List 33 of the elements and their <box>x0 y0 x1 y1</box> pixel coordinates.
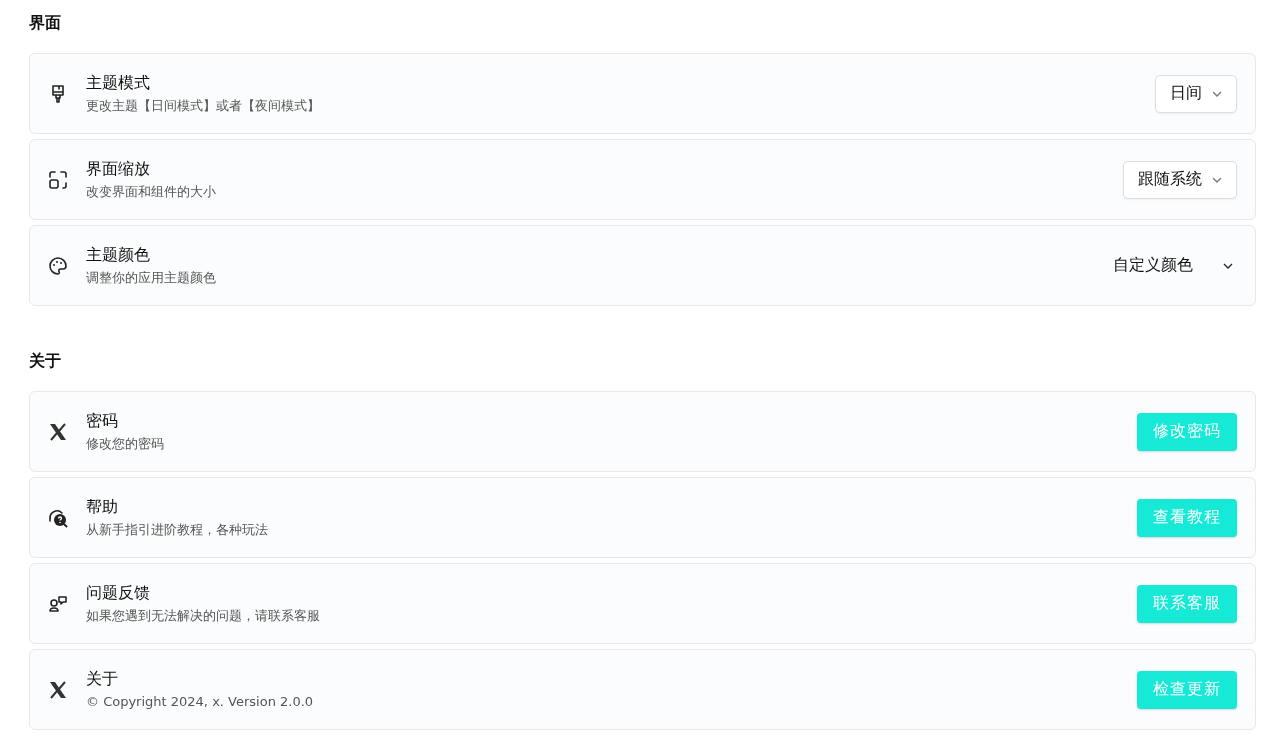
section-heading: 关于 <box>29 350 62 372</box>
setting-description: 改变界面和组件的大小 <box>86 183 217 201</box>
x-logo-icon <box>49 680 67 699</box>
resize-icon <box>48 169 68 190</box>
setting-title: 关于 <box>86 668 119 690</box>
setting-title: 主题颜色 <box>86 244 151 266</box>
setting-title: 问题反馈 <box>86 582 151 604</box>
setting-description: 如果您遇到无法解决的问题，请联系客服 <box>86 607 321 625</box>
setting-title: 界面缩放 <box>86 158 151 180</box>
section-heading: 界面 <box>29 12 62 34</box>
setting-description: © Copyright 2024, x. Version 2.0.0 <box>86 693 315 711</box>
chat-bubbles-icon <box>48 593 68 614</box>
chevron-down-icon <box>1212 90 1222 97</box>
dropdown[interactable]: 自定义颜色 <box>1109 246 1237 285</box>
help-chat-icon <box>47 507 69 528</box>
setting-description: 从新手指引进阶教程，各种玩法 <box>86 521 269 539</box>
action-button[interactable]: 检查更新 <box>1137 670 1237 709</box>
chevron-down-icon <box>1212 176 1222 183</box>
action-button[interactable]: 查看教程 <box>1137 498 1237 537</box>
setting-title: 帮助 <box>86 496 119 518</box>
setting-description: 调整你的应用主题颜色 <box>86 269 217 287</box>
brush-icon <box>50 83 66 104</box>
palette-icon <box>48 255 68 276</box>
setting-title: 主题模式 <box>86 72 151 94</box>
dropdown[interactable]: 日间 <box>1155 74 1237 113</box>
action-button[interactable]: 联系客服 <box>1137 584 1237 623</box>
x-logo-icon <box>49 422 67 441</box>
setting-description: 修改您的密码 <box>86 435 165 453</box>
chevron-down-icon <box>1223 262 1233 269</box>
setting-description: 更改主题【日间模式】或者【夜间模式】 <box>86 97 321 115</box>
setting-title: 密码 <box>86 410 119 432</box>
dropdown[interactable]: 跟随系统 <box>1123 160 1237 199</box>
action-button[interactable]: 修改密码 <box>1137 412 1237 451</box>
